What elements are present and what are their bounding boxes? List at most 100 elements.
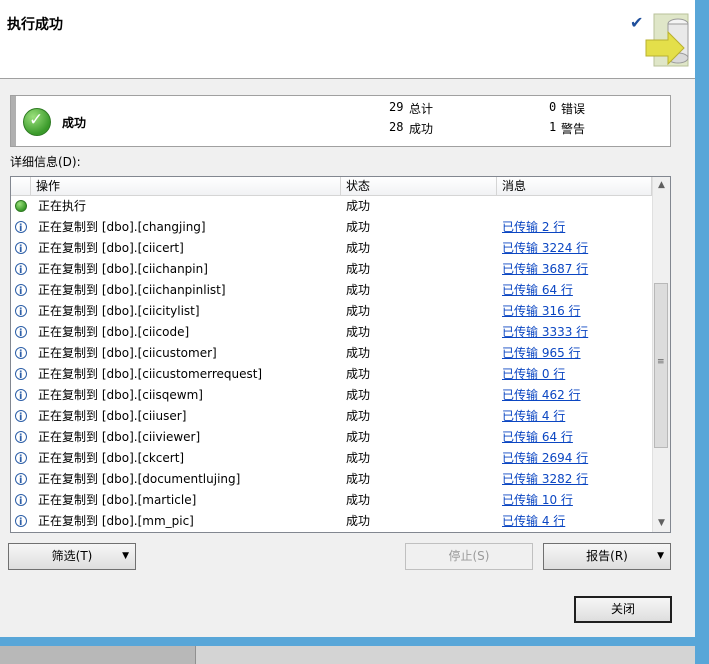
row-message-link[interactable]: 已传输 2 行 xyxy=(502,217,565,238)
column-header-message[interactable]: 消息 xyxy=(497,177,652,195)
vertical-scrollbar[interactable]: ▲ ≡ ▼ xyxy=(652,177,670,532)
table-row[interactable]: 正在执行 成功 xyxy=(11,196,652,217)
row-message-link[interactable]: 已传输 4 行 xyxy=(502,511,565,532)
list-rows: 正在执行成功正在复制到 [dbo].[changjing]成功已传输 2 行正在… xyxy=(11,196,652,532)
filter-button[interactable]: 筛选(T) ▼ xyxy=(8,543,136,570)
info-icon xyxy=(15,449,27,470)
row-status: 成功 xyxy=(346,451,371,465)
row-status: 成功 xyxy=(346,346,371,360)
row-status: 成功 xyxy=(346,199,371,213)
row-operation: 正在复制到 [dbo].[ciicode] xyxy=(38,325,190,339)
background-window xyxy=(0,646,709,664)
database-wizard-icon xyxy=(645,13,689,67)
info-icon xyxy=(15,344,27,365)
row-message-link[interactable]: 已传输 3333 行 xyxy=(502,322,588,343)
column-header-icon[interactable] xyxy=(11,177,31,195)
row-operation: 正在复制到 [dbo].[changjing] xyxy=(38,220,206,234)
table-row[interactable]: 正在复制到 [dbo].[ciichanpin] 成功 已传输 3687 行 xyxy=(11,259,652,281)
grip-icon: ≡ xyxy=(657,357,665,367)
table-row[interactable]: 正在复制到 [dbo].[ciicode] 成功 已传输 3333 行 xyxy=(11,322,652,344)
page-title: 执行成功 xyxy=(7,17,63,33)
row-message-link[interactable]: 已传输 4 行 xyxy=(502,406,565,427)
table-row[interactable]: 正在复制到 [dbo].[ciiuser] 成功 已传输 4 行 xyxy=(11,406,652,428)
success-count: 28 xyxy=(389,120,404,134)
row-status: 成功 xyxy=(346,388,371,402)
row-operation: 正在复制到 [dbo].[ciicustomerrequest] xyxy=(38,367,263,381)
table-row[interactable]: 正在复制到 [dbo].[mm_pic] 成功 已传输 4 行 xyxy=(11,511,652,532)
total-label: 总计 xyxy=(409,102,434,116)
row-status: 成功 xyxy=(346,409,371,423)
row-message-link[interactable]: 已传输 965 行 xyxy=(502,343,581,364)
error-label: 错误 xyxy=(561,102,586,116)
scroll-down-arrow-icon[interactable]: ▼ xyxy=(653,515,670,532)
background-panel xyxy=(195,646,709,664)
row-message-link[interactable]: 已传输 462 行 xyxy=(502,385,581,406)
table-row[interactable]: 正在复制到 [dbo].[ciicustomerrequest] 成功 已传输 0 … xyxy=(11,364,652,386)
dialog-header: 执行成功 ✔ xyxy=(0,0,695,79)
execution-result-dialog: 执行成功 ✔ ✓ 成功 29 总计 28 成功 0 错误 1 警告 详细信息(D… xyxy=(0,0,695,637)
row-message-link[interactable]: 已传输 316 行 xyxy=(502,301,581,322)
table-row[interactable]: 正在复制到 [dbo].[ciicert] 成功 已传输 3224 行 xyxy=(11,238,652,260)
dropdown-arrow-icon: ▼ xyxy=(122,551,129,561)
row-operation: 正在复制到 [dbo].[ciichanpin] xyxy=(38,262,208,276)
row-operation: 正在复制到 [dbo].[ciicustomer] xyxy=(38,346,217,360)
info-icon xyxy=(15,386,27,407)
stop-button[interactable]: 停止(S) xyxy=(405,543,533,570)
info-icon xyxy=(15,428,27,449)
row-status: 成功 xyxy=(346,283,371,297)
filter-button-label: 筛选(T) xyxy=(51,549,93,563)
column-header-status[interactable]: 状态 xyxy=(341,177,497,195)
info-icon xyxy=(15,239,27,260)
row-status: 成功 xyxy=(346,472,371,486)
row-operation: 正在复制到 [dbo].[documentlujing] xyxy=(38,472,241,486)
row-message-link[interactable]: 已传输 2694 行 xyxy=(502,448,588,469)
row-message-link[interactable]: 已传输 10 行 xyxy=(502,490,573,511)
row-operation: 正在复制到 [dbo].[ciichanpinlist] xyxy=(38,283,226,297)
row-message-link[interactable]: 已传输 64 行 xyxy=(502,427,573,448)
table-row[interactable]: 正在复制到 [dbo].[marticle] 成功 已传输 10 行 xyxy=(11,490,652,512)
warning-label: 警告 xyxy=(561,122,586,136)
error-count: 0 xyxy=(549,100,557,114)
info-icon xyxy=(15,470,27,491)
row-operation: 正在复制到 [dbo].[mm_pic] xyxy=(38,514,194,528)
row-operation: 正在执行 xyxy=(38,199,87,213)
report-button[interactable]: 报告(R) ▼ xyxy=(543,543,671,570)
row-message-link[interactable]: 已传输 0 行 xyxy=(502,364,565,385)
close-button[interactable]: 关闭 xyxy=(574,596,672,623)
info-icon xyxy=(15,365,27,386)
scroll-thumb[interactable]: ≡ xyxy=(654,283,668,448)
row-message-link[interactable]: 已传输 3687 行 xyxy=(502,259,588,280)
list-header: 操作 状态 消息 xyxy=(11,177,652,196)
report-button-label: 报告(R) xyxy=(586,549,628,563)
row-status: 成功 xyxy=(346,514,371,528)
column-header-operation[interactable]: 操作 xyxy=(31,177,341,195)
info-icon xyxy=(15,281,27,302)
row-status: 成功 xyxy=(346,325,371,339)
row-status: 成功 xyxy=(346,262,371,276)
row-message-link[interactable]: 已传输 64 行 xyxy=(502,280,573,301)
row-status: 成功 xyxy=(346,304,371,318)
table-row[interactable]: 正在复制到 [dbo].[documentlujing] 成功 已传输 3282 行 xyxy=(11,469,652,491)
row-message-link[interactable]: 已传输 3224 行 xyxy=(502,238,588,259)
success-label: 成功 xyxy=(409,122,434,136)
warning-count: 1 xyxy=(549,120,557,134)
table-row[interactable]: 正在复制到 [dbo].[ciisqewm] 成功 已传输 462 行 xyxy=(11,385,652,407)
row-operation: 正在复制到 [dbo].[marticle] xyxy=(38,493,197,507)
scroll-up-arrow-icon[interactable]: ▲ xyxy=(653,177,670,194)
row-message-link[interactable]: 已传输 3282 行 xyxy=(502,469,588,490)
table-row[interactable]: 正在复制到 [dbo].[ciicitylist] 成功 已传输 316 行 xyxy=(11,301,652,323)
summary-accent-bar xyxy=(11,96,16,146)
table-row[interactable]: 正在复制到 [dbo].[ciiviewer] 成功 已传输 64 行 xyxy=(11,427,652,449)
table-row[interactable]: 正在复制到 [dbo].[ciichanpinlist] 成功 已传输 64 行 xyxy=(11,280,652,302)
table-row[interactable]: 正在复制到 [dbo].[ciicustomer] 成功 已传输 965 行 xyxy=(11,343,652,365)
success-check-icon: ✓ xyxy=(23,108,51,136)
table-row[interactable]: 正在复制到 [dbo].[ckcert] 成功 已传输 2694 行 xyxy=(11,448,652,470)
info-icon xyxy=(15,260,27,281)
row-status: 成功 xyxy=(346,241,371,255)
row-operation: 正在复制到 [dbo].[ciiuser] xyxy=(38,409,187,423)
details-list[interactable]: 操作 状态 消息 正在执行成功正在复制到 [dbo].[changjing]成功… xyxy=(10,176,671,533)
info-icon xyxy=(15,491,27,512)
info-icon xyxy=(15,218,27,239)
table-row[interactable]: 正在复制到 [dbo].[changjing] 成功 已传输 2 行 xyxy=(11,217,652,239)
dropdown-arrow-icon: ▼ xyxy=(657,551,664,561)
